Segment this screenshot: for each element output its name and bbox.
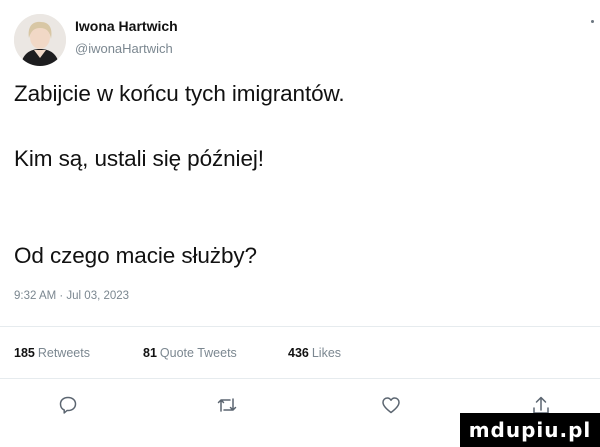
more-options-icon[interactable] — [591, 20, 594, 23]
divider — [0, 378, 600, 379]
tweet-text-line: Kim są, ustali się później! — [14, 146, 264, 171]
retweets-stat[interactable]: 185 Retweets — [14, 346, 90, 360]
watermark-logo: mdupiu.pl — [460, 413, 600, 447]
avatar[interactable] — [14, 14, 66, 66]
likes-label: Likes — [311, 346, 342, 360]
retweet-button[interactable] — [216, 394, 238, 416]
like-icon — [382, 397, 400, 414]
likes-count: 436 — [288, 346, 309, 360]
retweet-icon — [217, 398, 237, 412]
divider — [0, 326, 600, 327]
retweets-count: 185 — [14, 346, 35, 360]
reply-icon — [59, 396, 77, 414]
quote-tweets-count: 81 — [143, 346, 157, 360]
tweet-text-line: Od czego macie służby? — [14, 243, 257, 268]
quote-tweets-stat[interactable]: 81 Quote Tweets — [143, 346, 237, 360]
reply-button[interactable] — [57, 394, 79, 416]
likes-stat[interactable]: 436 Likes — [288, 346, 341, 360]
tweet-card: Iwona Hartwich @iwonaHartwich Zabijcie w… — [0, 0, 600, 447]
tweet-text-line: Zabijcie w końcu tych imigrantów. — [14, 81, 345, 106]
author-handle[interactable]: @iwonaHartwich — [75, 41, 173, 56]
like-button[interactable] — [380, 394, 402, 416]
author-name[interactable]: Iwona Hartwich — [75, 18, 178, 34]
avatar-image — [14, 14, 66, 66]
quote-tweets-label: Quote Tweets — [159, 346, 237, 360]
retweets-label: Retweets — [37, 346, 90, 360]
tweet-timestamp[interactable]: 9:32 AM · Jul 03, 2023 — [14, 290, 129, 302]
